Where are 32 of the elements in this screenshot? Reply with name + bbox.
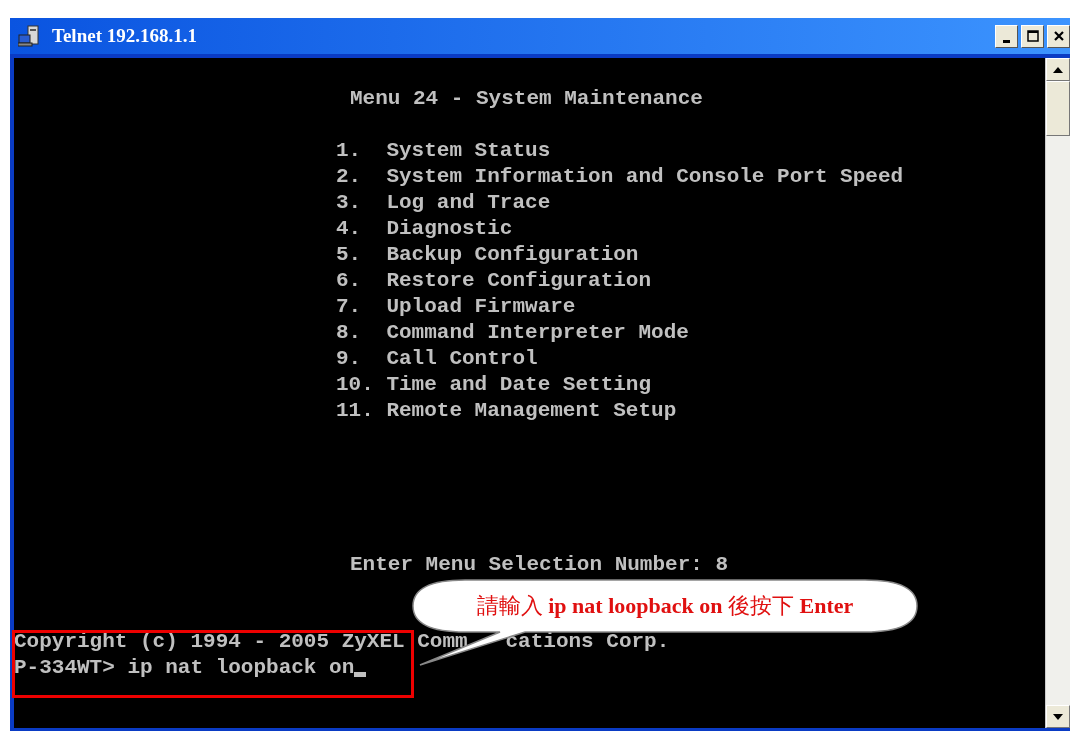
- menu-option: 2. System Information and Console Port Speed: [336, 164, 1045, 190]
- command-text: P-334WT> ip nat loopback on: [14, 655, 355, 681]
- copyright-text: cations Corp.: [505, 629, 670, 655]
- close-button[interactable]: [1047, 24, 1070, 48]
- minimize-button[interactable]: [995, 24, 1018, 48]
- scroll-thumb[interactable]: [1046, 81, 1070, 136]
- menu-option: 9. Call Control: [336, 346, 1045, 372]
- down-arrow-icon: [1053, 713, 1063, 720]
- menu-heading: Menu 24 - System Maintenance: [349, 86, 704, 112]
- menu-option: 3. Log and Trace: [336, 190, 1045, 216]
- callout-text: 請輸入 ip nat loopback on 後按下 Enter: [475, 592, 855, 620]
- close-icon: [1052, 30, 1065, 42]
- scrollbar[interactable]: [1045, 58, 1070, 728]
- maximize-button[interactable]: [1021, 24, 1044, 48]
- text-cursor: [354, 672, 367, 677]
- menu-option: 4. Diagnostic: [336, 216, 1045, 242]
- maximize-icon: [1026, 30, 1039, 42]
- minimize-icon: [1003, 39, 1010, 43]
- menu-option: 1. System Status: [336, 138, 1045, 164]
- menu-option: 5. Backup Configuration: [336, 242, 1045, 268]
- menu-option: 10. Time and Date Setting: [336, 372, 1045, 398]
- scroll-down-button[interactable]: [1046, 705, 1070, 728]
- computer-icon: [18, 25, 42, 47]
- up-arrow-icon: [1053, 66, 1063, 73]
- scroll-up-button[interactable]: [1046, 58, 1070, 81]
- copyright-text: Copyright (c) 1994 - 2005 ZyXEL Comm: [14, 629, 468, 655]
- selection-prompt: Enter Menu Selection Number: 8: [349, 552, 730, 578]
- menu-option: 11. Remote Management Setup: [336, 398, 1045, 424]
- menu-option: 8. Command Interpreter Mode: [336, 320, 1045, 346]
- menu-option: 7. Upload Firmware: [336, 294, 1045, 320]
- menu-option: 6. Restore Configuration: [336, 268, 1045, 294]
- window-title: Telnet 192.168.1.1: [52, 25, 197, 47]
